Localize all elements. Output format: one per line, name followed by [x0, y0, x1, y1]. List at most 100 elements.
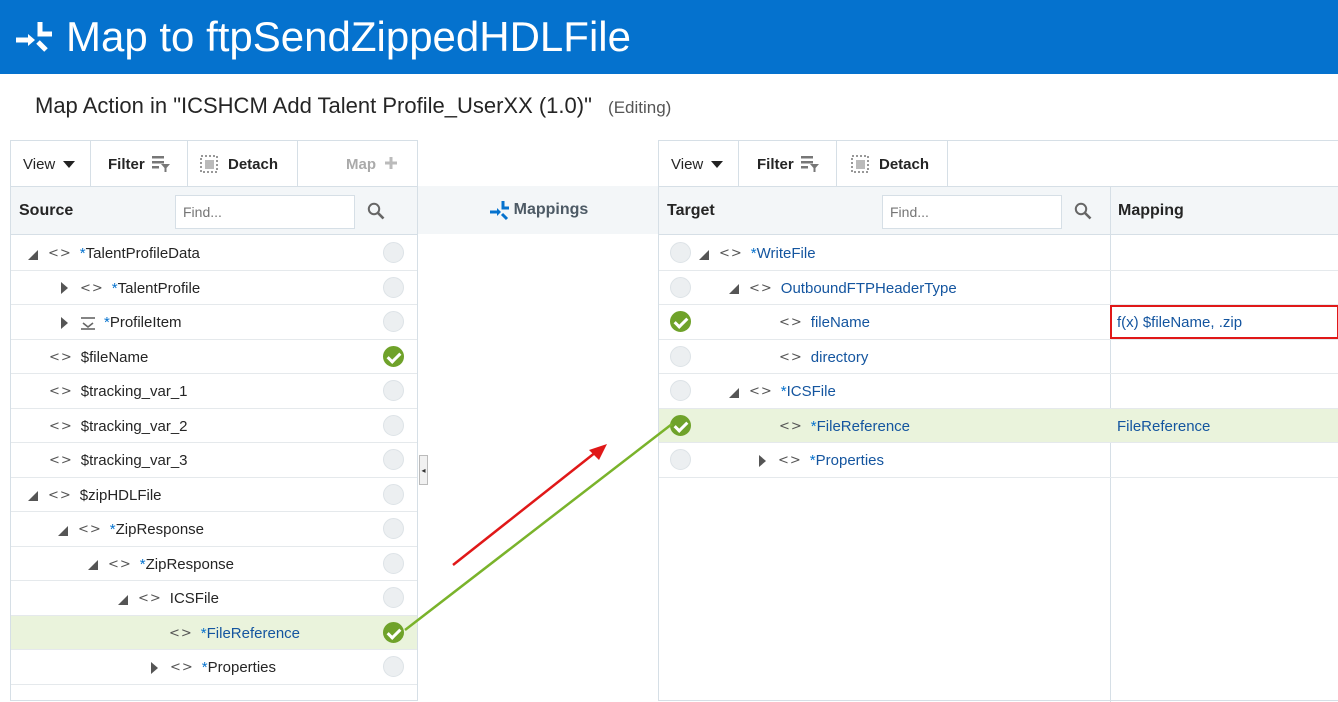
map-button[interactable]: Map [298, 141, 412, 187]
page-header: Map to ftpSendZippedHDLFile [0, 0, 1338, 74]
source-panel: View Filter Detach Map Source Find... <>… [10, 140, 418, 701]
source-row-zipresponse[interactable]: <> * ZipResponse [11, 512, 417, 547]
source-row-talentprofile[interactable]: <> * TalentProfile [11, 271, 417, 305]
target-search-input[interactable] [882, 195, 1062, 229]
mapped-check-icon [670, 414, 691, 436]
mapping-cell[interactable]: f(x) $fileName, .zip [1117, 314, 1242, 331]
filter-icon [151, 156, 170, 172]
collapse-icon[interactable] [28, 249, 38, 260]
element-icon: <> [108, 556, 132, 572]
element-icon: <> [779, 349, 803, 365]
editing-status: (Editing) [608, 98, 672, 117]
node-label: ICSFile [786, 383, 836, 400]
mappings-icon [489, 201, 509, 221]
target-view-menu[interactable]: View [659, 141, 739, 187]
element-icon: <> [49, 384, 73, 399]
node-label: WriteFile [756, 245, 816, 262]
element-icon: <> [169, 625, 193, 641]
source-view-menu[interactable]: View [11, 141, 91, 187]
source-row-ziphdlfile[interactable]: <> $zipHDLFile [11, 478, 417, 512]
expand-icon[interactable] [759, 454, 766, 467]
node-label: $zipHDLFile [79, 486, 162, 504]
source-row-filereference[interactable]: <> * FileReference [11, 615, 417, 650]
mapped-check-icon [383, 621, 404, 643]
source-row-tracking-var-1[interactable]: <> $tracking_var_1 [11, 374, 417, 409]
target-tree: <> * WriteFile <> OutboundFTPHeaderType <> f… [659, 236, 1338, 478]
page-title: Map to ftpSendZippedHDLFile [66, 13, 631, 60]
source-row-talentprofiledata[interactable]: <> * TalentProfileData [11, 236, 417, 271]
element-icon: <> [170, 660, 194, 675]
map-button-label: Map [346, 155, 376, 173]
chevron-down-icon [63, 160, 76, 168]
search-icon[interactable] [1074, 202, 1092, 220]
collapse-icon[interactable] [118, 594, 128, 605]
element-icon: <> [749, 280, 773, 296]
mappings-label: Mappings [513, 201, 589, 218]
source-search-input[interactable] [175, 195, 355, 229]
node-label: Properties [207, 659, 277, 676]
subheader: Map Action in "ICSHCM Add Talent Profile… [0, 74, 1338, 138]
status-indicator [670, 242, 691, 263]
source-row-zipresponse-inner[interactable]: <> * ZipResponse [11, 547, 417, 581]
collapse-panel-handle[interactable]: ◂ [419, 455, 428, 485]
target-row-outboundftpheadertype[interactable]: <> OutboundFTPHeaderType [659, 271, 1338, 305]
target-filter-button[interactable]: Filter [739, 141, 837, 187]
target-detach-button[interactable]: Detach [837, 141, 948, 187]
source-row-tracking-var-2[interactable]: <> $tracking_var_2 [11, 409, 417, 443]
expand-icon[interactable] [151, 661, 158, 674]
target-row-filename[interactable]: <> fileName f(x) $fileName, .zip [659, 305, 1338, 340]
element-icon: <> [749, 384, 773, 399]
target-row-filereference[interactable]: <> * FileReference FileReference [659, 408, 1338, 443]
element-icon: <> [719, 246, 743, 261]
mappings-column: Mappings [418, 140, 658, 701]
status-indicator [383, 380, 404, 401]
mapped-check-icon [383, 345, 404, 367]
chevron-down-icon [711, 160, 724, 168]
source-row-icsfile[interactable]: <> ICSFile [11, 581, 417, 616]
target-row-icsfile[interactable]: <> * ICSFile [659, 374, 1338, 409]
source-filter-label: Filter [108, 155, 145, 173]
collapse-icon[interactable] [729, 387, 739, 398]
status-indicator [383, 483, 404, 505]
collapse-icon[interactable] [28, 491, 38, 501]
node-label: FileReference [816, 417, 911, 435]
mappings-header: Mappings [418, 186, 658, 234]
collapse-icon[interactable] [88, 560, 98, 570]
status-indicator [383, 587, 404, 608]
status-indicator [383, 311, 404, 332]
status-indicator [670, 276, 691, 298]
collapse-icon[interactable] [699, 249, 709, 260]
collapse-icon[interactable] [58, 525, 68, 536]
target-toolbar: View Filter Detach [659, 141, 1338, 187]
repeating-element-icon [81, 316, 95, 330]
node-label: $tracking_var_1 [80, 383, 188, 400]
source-column-header: Source [11, 187, 417, 235]
expand-icon[interactable] [61, 282, 68, 294]
map-merge-icon [16, 22, 52, 52]
target-row-properties[interactable]: <> * Properties [659, 443, 1338, 478]
node-label: OutboundFTPHeaderType [780, 279, 957, 297]
source-filter-button[interactable]: Filter [91, 141, 188, 187]
detach-icon [200, 155, 218, 173]
source-row-profileitem[interactable]: * ProfileItem [11, 305, 417, 340]
source-row-properties[interactable]: <> * Properties [11, 650, 417, 685]
target-row-writefile[interactable]: <> * WriteFile [659, 236, 1338, 271]
node-label: FileReference [206, 624, 301, 642]
search-icon[interactable] [367, 202, 385, 220]
collapse-icon[interactable] [729, 284, 739, 294]
source-detach-button[interactable]: Detach [188, 141, 298, 187]
map-plus-icon [385, 157, 397, 169]
expand-icon[interactable] [61, 316, 68, 329]
source-row-tracking-var-3[interactable]: <> $tracking_var_3 [11, 443, 417, 478]
map-action-title: Map Action in "ICSHCM Add Talent Profile… [35, 93, 671, 119]
mapping-cell[interactable]: FileReference [1117, 418, 1210, 435]
source-row-filename[interactable]: <> $fileName [11, 340, 417, 374]
source-detach-label: Detach [228, 155, 279, 173]
node-label: ProfileItem [109, 314, 182, 331]
target-row-directory[interactable]: <> directory [659, 340, 1338, 374]
element-icon: <> [80, 280, 104, 296]
node-label: $tracking_var_2 [80, 417, 188, 435]
element-icon: <> [49, 453, 73, 468]
element-icon: <> [779, 418, 803, 434]
node-label: Properties [815, 452, 885, 469]
